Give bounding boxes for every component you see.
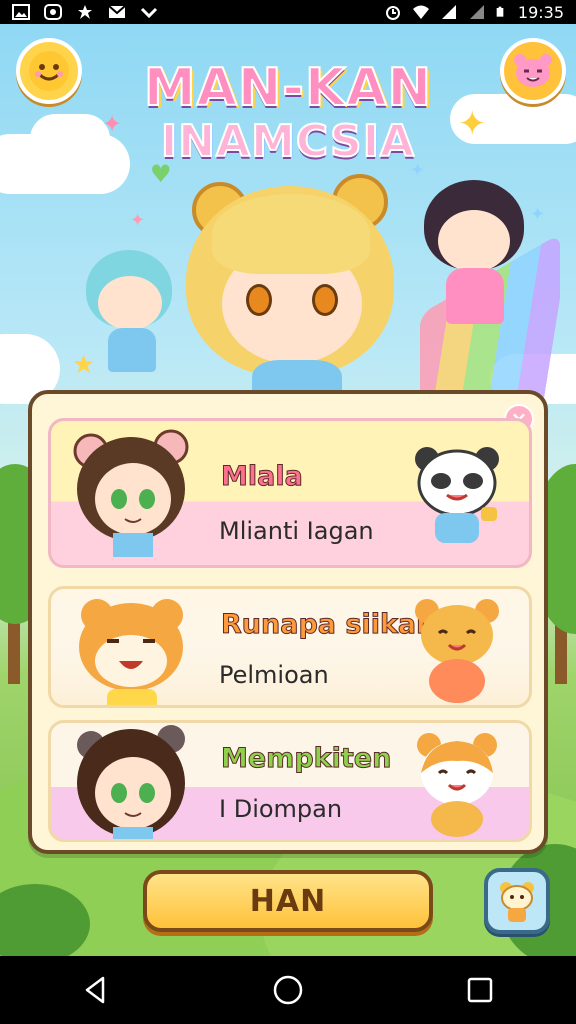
recents-icon: [467, 977, 493, 1003]
card-subtitle: I Diompan: [219, 795, 343, 823]
star-icon: [78, 5, 92, 19]
blue-hair-character: [80, 250, 180, 380]
pink-pet-icon: [514, 54, 552, 87]
status-time: 19:35: [517, 2, 564, 22]
signal-icon: [441, 5, 456, 19]
character-card[interactable]: Mempkiten I Diompan: [48, 720, 532, 842]
dark-hair-character: [420, 180, 530, 330]
recents-button[interactable]: [450, 960, 510, 1020]
wifi-icon: [412, 5, 429, 19]
card-subtitle: Pelmioan: [219, 661, 329, 689]
hamster-mascot-icon: [417, 733, 497, 837]
panda-mascot-icon: [415, 447, 499, 543]
sparkle-icon: ✦: [130, 210, 146, 231]
chevron-icon: [140, 7, 158, 19]
home-button[interactable]: [258, 960, 318, 1020]
orange-hamster-avatar-icon: [79, 599, 183, 705]
character-button[interactable]: [484, 868, 550, 934]
character-card[interactable]: Runapa siikan Pelmioan: [48, 586, 532, 708]
card-title: Mempkiten: [220, 743, 392, 775]
sparkle-icon: ✦: [530, 204, 546, 225]
character-select-panel: × Mlala Mlianti Iagan: [28, 390, 548, 854]
card-title: Mlala: [221, 461, 304, 493]
signal-icon: [469, 5, 484, 19]
card-subtitle: Mlianti Iagan: [219, 517, 374, 545]
card-title: Runapa siikan: [220, 609, 436, 641]
alarm-icon: [385, 6, 400, 20]
back-icon: [85, 976, 105, 1004]
back-button[interactable]: [66, 960, 126, 1020]
home-icon: [273, 975, 303, 1005]
game-title: MAN-KAN: [143, 57, 433, 119]
smile-face-icon: [29, 51, 69, 91]
game-scene: ✦ ✦ ♥ ✦ ✦ ★ ✦ MAN-KAN INAMCSIA ×: [0, 24, 576, 956]
bear-character-icon: [500, 882, 534, 922]
main-character: [186, 174, 396, 416]
navigation-bar: [0, 956, 576, 1024]
game-subtitle: INAMCSIA: [160, 115, 416, 168]
image-icon: [12, 4, 30, 20]
dark-hair-girl-avatar-icon: [77, 725, 185, 839]
mail-icon: [108, 5, 126, 18]
brown-hair-girl-avatar-icon: [73, 429, 189, 557]
orange-bear-mascot-icon: [415, 599, 499, 703]
primary-button[interactable]: HAN: [143, 870, 433, 932]
profile-button[interactable]: [16, 38, 82, 104]
character-card[interactable]: Mlala Mlianti Iagan: [48, 418, 532, 568]
status-bar: 19:35: [0, 0, 576, 24]
battery-icon: [496, 6, 504, 17]
messenger-icon: [44, 4, 62, 20]
pet-button[interactable]: [500, 38, 566, 104]
